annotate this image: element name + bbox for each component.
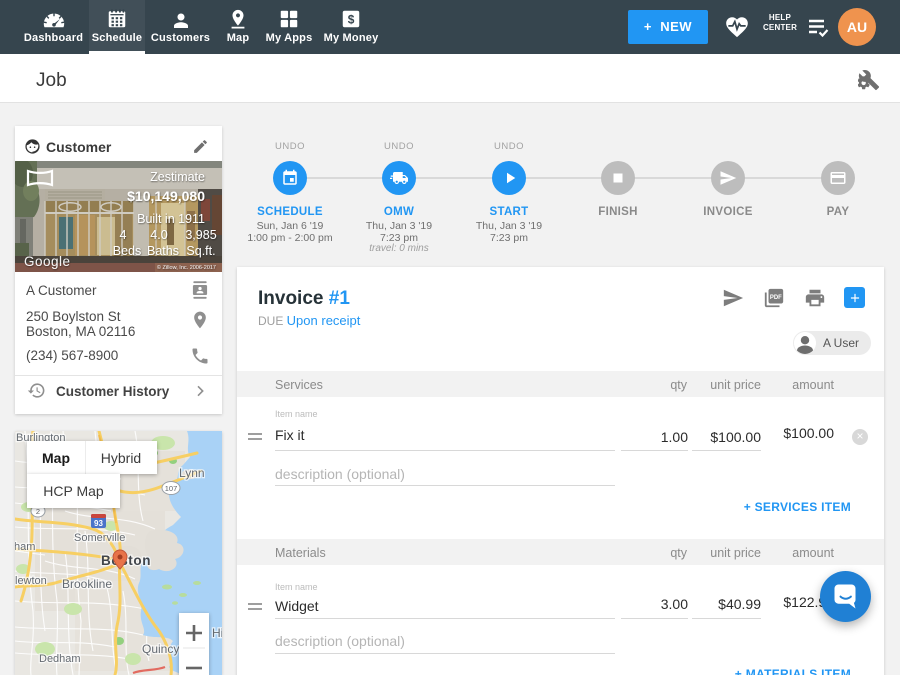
- svg-text:Baths: Baths: [147, 244, 179, 258]
- svg-text:3,985: 3,985: [185, 228, 216, 242]
- svg-text:Beds: Beds: [113, 244, 142, 258]
- svg-text:Hi: Hi: [212, 626, 222, 640]
- svg-text:lewton: lewton: [15, 575, 47, 587]
- svg-text:4: 4: [120, 228, 127, 242]
- svg-text:2: 2: [36, 507, 40, 516]
- svg-text:Google: Google: [24, 254, 71, 269]
- svg-text:Lynn: Lynn: [179, 466, 205, 480]
- svg-text:4.0: 4.0: [150, 228, 167, 242]
- svg-text:Sq.ft.: Sq.ft.: [186, 244, 215, 258]
- svg-text:$: $: [348, 13, 355, 27]
- svg-text:ham: ham: [15, 541, 35, 553]
- svg-text:Zestimate: Zestimate: [150, 170, 205, 184]
- svg-text:107: 107: [165, 484, 178, 493]
- svg-text:Somerville: Somerville: [74, 532, 125, 544]
- svg-text:Quincy: Quincy: [142, 642, 179, 656]
- svg-text:Dedham: Dedham: [39, 653, 81, 665]
- svg-text:$10,149,080: $10,149,080: [127, 188, 205, 204]
- svg-text:93: 93: [94, 519, 103, 528]
- svg-text:© Zillow, Inc. 2006-2017: © Zillow, Inc. 2006-2017: [157, 264, 216, 271]
- svg-text:Brookline: Brookline: [62, 577, 112, 591]
- svg-text:PDF: PDF: [770, 295, 782, 301]
- svg-text:Built in 1911: Built in 1911: [137, 212, 205, 226]
